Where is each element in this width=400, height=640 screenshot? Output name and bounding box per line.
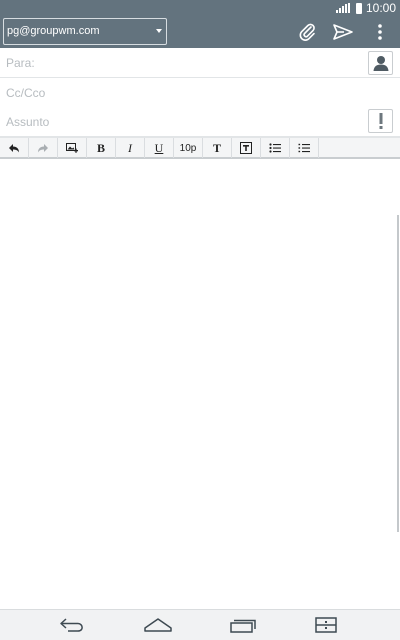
bold-button[interactable]: B xyxy=(87,138,116,158)
numbered-list-button[interactable] xyxy=(290,138,319,158)
message-body[interactable] xyxy=(0,160,400,609)
back-button[interactable] xyxy=(57,615,89,635)
scrollbar[interactable] xyxy=(397,215,399,532)
subject-row xyxy=(0,107,400,137)
navigation-bar xyxy=(0,609,400,640)
exclamation-icon xyxy=(379,113,382,129)
dual-window-icon xyxy=(315,617,337,633)
battery-icon xyxy=(355,2,362,14)
compose-screen: 10:00 pg@groupwm.com Para: Cc/Cco Assunt… xyxy=(0,0,400,640)
status-bar: 10:00 xyxy=(0,0,400,16)
italic-button[interactable]: I xyxy=(116,138,145,158)
contact-icon xyxy=(373,56,388,71)
more-options-icon[interactable] xyxy=(368,20,392,44)
subject-field[interactable] xyxy=(6,114,356,130)
cc-field[interactable] xyxy=(6,85,356,101)
add-contact-button[interactable] xyxy=(368,51,393,75)
recent-apps-button[interactable] xyxy=(227,615,259,635)
dual-window-button[interactable] xyxy=(310,615,342,635)
status-time: 10:00 xyxy=(365,1,396,15)
recent-apps-icon xyxy=(230,619,256,633)
to-field[interactable] xyxy=(6,55,356,71)
text-background-icon xyxy=(240,142,252,154)
attach-icon[interactable] xyxy=(295,20,319,44)
account-selector[interactable]: pg@groupwm.com xyxy=(3,18,167,45)
text-color-button[interactable]: T xyxy=(203,138,232,158)
insert-image-icon xyxy=(66,142,78,153)
priority-button[interactable] xyxy=(368,109,393,133)
redo-button[interactable] xyxy=(29,138,58,158)
dropdown-caret-icon xyxy=(156,29,162,33)
undo-icon xyxy=(9,144,19,153)
undo-button[interactable] xyxy=(0,138,29,158)
bullet-list-icon xyxy=(269,143,281,153)
action-bar: pg@groupwm.com xyxy=(0,16,400,48)
underline-button[interactable]: U xyxy=(145,138,174,158)
signal-icon xyxy=(335,3,350,13)
home-button[interactable] xyxy=(142,615,174,635)
cc-row xyxy=(0,78,400,108)
redo-icon xyxy=(38,144,48,153)
to-row xyxy=(0,48,400,78)
format-toolbar: B I U 10p T xyxy=(0,137,400,159)
font-size-button[interactable]: 10p xyxy=(174,138,203,158)
send-icon[interactable] xyxy=(331,20,355,44)
home-icon xyxy=(144,618,172,632)
insert-image-button[interactable] xyxy=(58,138,87,158)
bullet-list-button[interactable] xyxy=(261,138,290,158)
text-background-button[interactable] xyxy=(232,138,261,158)
numbered-list-icon xyxy=(298,143,310,153)
back-icon xyxy=(60,618,83,632)
account-email: pg@groupwm.com xyxy=(7,25,100,37)
